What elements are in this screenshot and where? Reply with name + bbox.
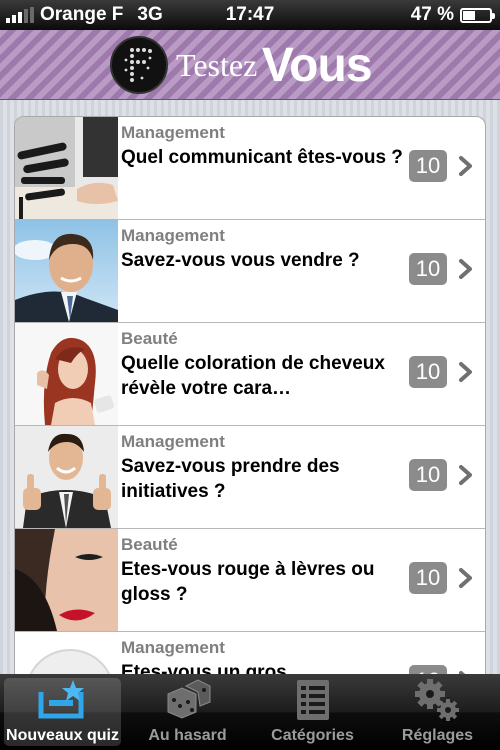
quiz-title: Etes-vous un gros: [121, 662, 287, 674]
question-count-badge: 10: [409, 356, 447, 388]
tab-settings[interactable]: Réglages: [375, 674, 500, 750]
question-count-badge: 10: [409, 665, 447, 674]
quiz-row[interactable]: Management Savez-vous prendre des initia…: [15, 426, 485, 529]
chevron-right-icon: [459, 156, 472, 176]
quiz-thumbnail-thumbs-up-man: [15, 426, 118, 528]
chevron-right-icon: [459, 568, 472, 588]
quiz-category: Beauté: [121, 535, 178, 554]
logo-word-testez: Testez: [176, 47, 258, 83]
quiz-category: Beauté: [121, 329, 178, 348]
tab-label: Nouveaux quiz: [6, 727, 119, 744]
tab-categories[interactable]: Catégories: [250, 674, 375, 750]
quiz-row[interactable]: Management Etes-vous un gros 10: [15, 632, 485, 674]
tab-label: Au hasard: [148, 727, 227, 744]
question-count-badge: 10: [409, 562, 447, 594]
tab-bar: Nouveaux quiz Au hasard Catégories Régla…: [0, 674, 500, 750]
quiz-title: Quelle coloration de cheveux révèle votr…: [121, 353, 385, 399]
question-count-badge: 10: [409, 459, 447, 491]
quiz-category: Management: [121, 123, 225, 142]
quiz-list: Management Quel communicant êtes-vous ? …: [14, 116, 486, 674]
quiz-thumbnail-lips-woman: [15, 529, 118, 631]
tab-new-quiz[interactable]: Nouveaux quiz: [0, 674, 125, 750]
quiz-list-area[interactable]: Management Quel communicant êtes-vous ? …: [0, 100, 500, 674]
quiz-row[interactable]: Management Savez-vous vous vendre ? 10: [15, 220, 485, 323]
quiz-title: Savez-vous vous vendre ?: [121, 250, 360, 271]
quiz-title: Savez-vous prendre des initiatives ?: [121, 456, 340, 502]
logo-word-vous: Vous: [261, 39, 373, 92]
quiz-row[interactable]: Management Quel communicant êtes-vous ? …: [15, 117, 485, 220]
quiz-title: Quel communicant êtes-vous ?: [121, 147, 403, 168]
chevron-right-icon: [459, 259, 472, 279]
quiz-thumbnail-redhead-woman: [15, 323, 118, 425]
tab-label: Réglages: [401, 727, 474, 744]
question-count-badge: 10: [409, 253, 447, 285]
quiz-category: Management: [121, 432, 225, 451]
quiz-thumbnail-gray-circle: [15, 632, 118, 674]
quiz-category: Management: [121, 226, 225, 245]
battery-percent: 47 %: [410, 4, 454, 25]
quiz-category: Management: [121, 638, 225, 657]
app-logo-text: Testez Vous: [176, 38, 373, 93]
chevron-right-icon: [459, 362, 472, 382]
quiz-title: Etes-vous rouge à lèvres ou gloss ?: [121, 559, 375, 605]
dice-icon: [167, 679, 211, 719]
list-icon: [297, 680, 329, 720]
quiz-row[interactable]: Beauté Quelle coloration de cheveux révè…: [15, 323, 485, 426]
tab-label: Catégories: [271, 727, 354, 744]
chevron-right-icon: [459, 465, 472, 485]
quiz-thumbnail-businessman: [15, 220, 118, 322]
logo-icon: [110, 36, 168, 94]
question-count-badge: 10: [409, 150, 447, 182]
app-header: Testez Vous: [0, 30, 500, 100]
battery-icon: [460, 7, 495, 23]
tab-random[interactable]: Au hasard: [125, 674, 250, 750]
quiz-row[interactable]: Beauté Etes-vous rouge à lèvres ou gloss…: [15, 529, 485, 632]
status-bar: Orange F 3G 17:47 47 %: [0, 0, 500, 30]
battery-group: 47 %: [410, 4, 495, 26]
new-quiz-icon: [38, 680, 84, 719]
gears-icon: [415, 679, 459, 721]
quiz-thumbnail-microphones: [15, 117, 118, 219]
